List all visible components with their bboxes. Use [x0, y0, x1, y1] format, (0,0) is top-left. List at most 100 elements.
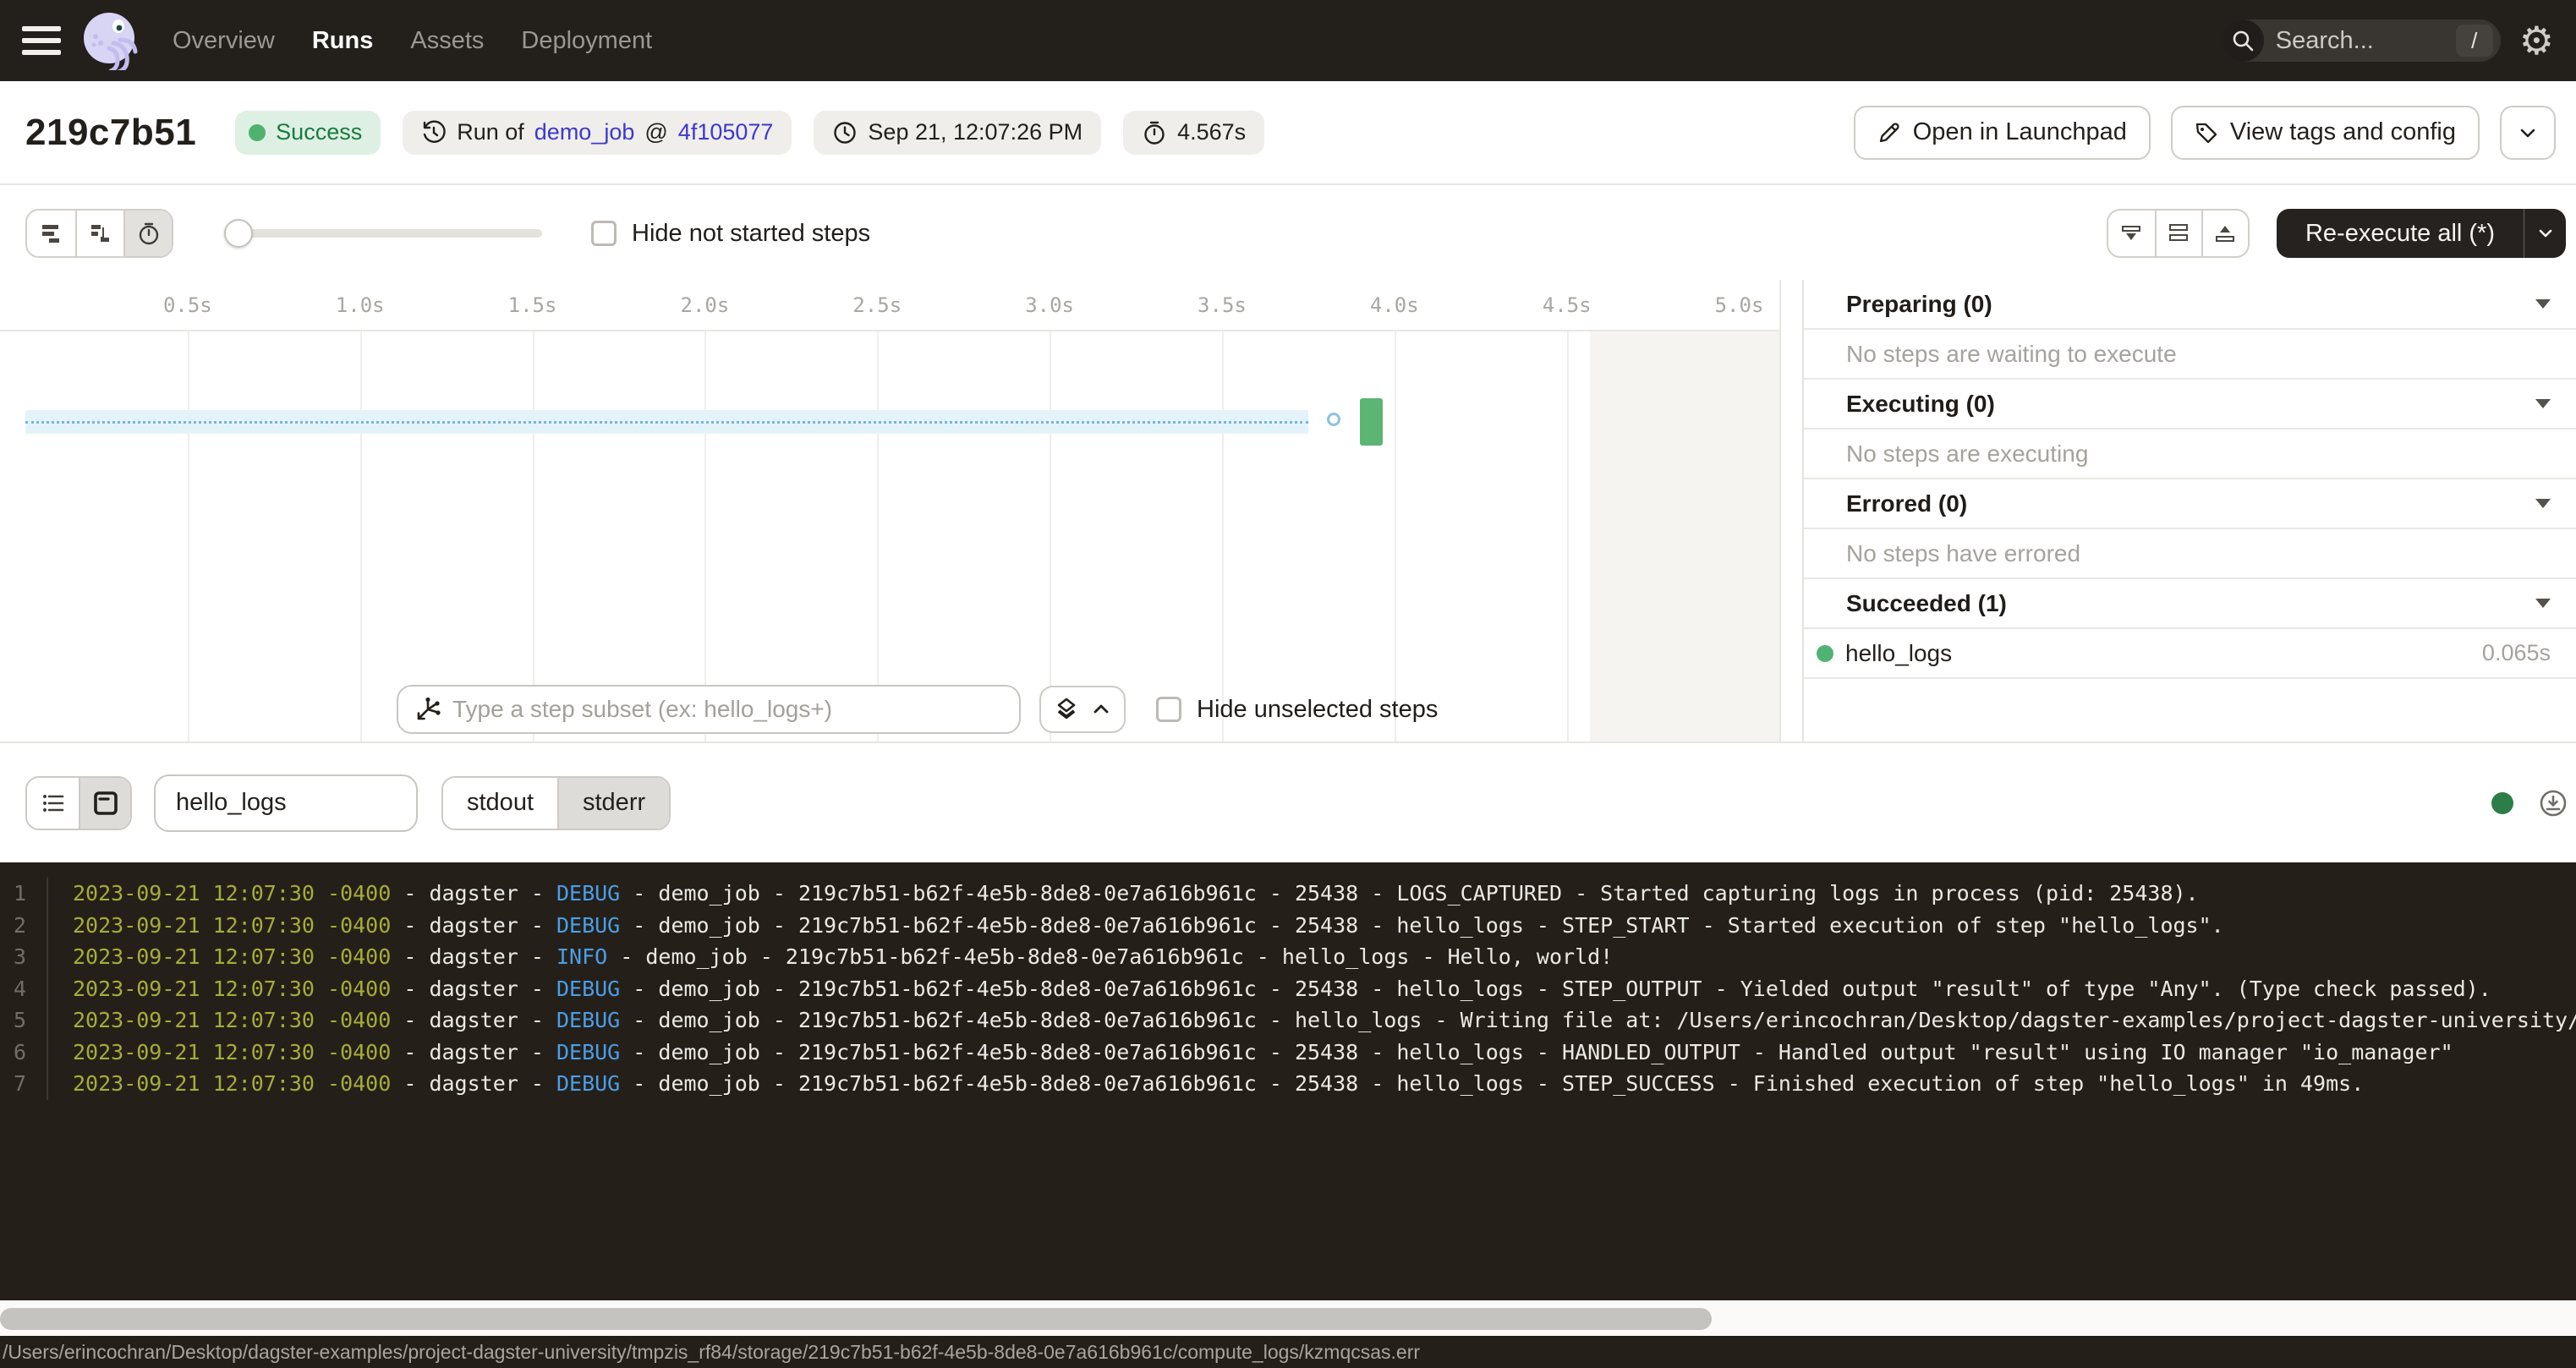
log-segment-lvl: DEBUG: [556, 881, 620, 906]
log-line: 52023-09-21 12:07:30 -0400 - dagster - D…: [0, 1004, 2576, 1037]
expand-rows-icon[interactable]: [2155, 211, 2201, 256]
zoom-slider-track[interactable]: [227, 229, 542, 238]
log-line-content: 2023-09-21 12:07:30 -0400 - dagster - DE…: [48, 910, 2224, 942]
nav-item-deployment[interactable]: Deployment: [521, 27, 652, 55]
log-step-filter-input[interactable]: [154, 774, 418, 832]
log-segment-lvl: INFO: [556, 944, 607, 969]
dagster-run-page: OverviewRunsAssetsDeployment / ⚙ 219c7b5…: [0, 0, 2576, 1368]
row-collapse-group: [2107, 209, 2250, 258]
panel-section-errored[interactable]: Errored (0): [1804, 479, 2576, 529]
panel-step-row[interactable]: hello_logs0.065s: [1804, 629, 2576, 679]
log-line-number: 2: [0, 910, 48, 942]
gantt-toolbar: Hide not started steps Re-execute all (*…: [0, 187, 2576, 280]
log-segment-ts: 2023-09-21 12:07:30 -0400: [73, 913, 391, 938]
search-icon: [2222, 19, 2264, 62]
log-segment-t: - dagster -: [391, 913, 556, 938]
collapse-triangle-icon: [2535, 299, 2551, 309]
nav-item-overview[interactable]: Overview: [173, 27, 275, 55]
panel-empty-text: No steps are executing: [1804, 430, 2576, 479]
reexecute-all-button[interactable]: Re-execute all (*): [2277, 209, 2566, 258]
log-line-number: 1: [0, 878, 48, 910]
history-icon: [421, 120, 447, 145]
nav-item-runs[interactable]: Runs: [312, 27, 374, 55]
log-horizontal-scrollbar: [0, 1300, 2576, 1336]
download-log-icon[interactable]: [2539, 789, 2568, 818]
gantt-time-axis: 0.5s1.0s1.5s2.0s2.5s3.0s3.5s4.0s4.5s5.0s: [0, 280, 1779, 330]
step-subset-input[interactable]: [452, 696, 1004, 723]
axis-tick-label: 4.5s: [1543, 293, 1592, 317]
scrollbar-thumb[interactable]: [0, 1308, 1712, 1330]
log-line: 12023-09-21 12:07:30 -0400 - dagster - D…: [0, 878, 2576, 910]
step-duration: 0.065s: [2482, 640, 2551, 666]
clock-icon: [832, 120, 858, 145]
waterfall-view-icon[interactable]: [75, 211, 123, 256]
axis-tick-label: 2.0s: [680, 293, 729, 317]
panel-section-executing[interactable]: Executing (0): [1804, 380, 2576, 430]
panel-section-succeeded[interactable]: Succeeded (1): [1804, 579, 2576, 629]
pencil-icon: [1877, 121, 1901, 145]
zoom-slider[interactable]: [224, 219, 542, 248]
collapse-rows-icon[interactable]: [2108, 211, 2155, 256]
op-selector-icon: [414, 695, 442, 724]
expand-up-icon[interactable]: [2201, 211, 2248, 256]
gridline: [533, 331, 534, 741]
raw-log-view-icon[interactable]: [79, 778, 130, 829]
hide-unselected-checkbox[interactable]: [1156, 697, 1181, 722]
log-segment-ts: 2023-09-21 12:07:30 -0400: [73, 1040, 391, 1064]
search-shortcut-badge: /: [2456, 25, 2493, 57]
log-segment-t: - dagster -: [391, 1071, 556, 1096]
axis-tick-label: 1.5s: [508, 293, 557, 317]
log-segment-t: - demo_job - 219c7b51-b62f-4e5b-8de8-0e7…: [620, 1008, 2576, 1032]
log-line-content: 2023-09-21 12:07:30 -0400 - dagster - DE…: [48, 1068, 2364, 1100]
gantt-plot-area: [0, 330, 1779, 741]
hide-not-started-checkbox[interactable]: [591, 221, 617, 246]
gridline: [1222, 331, 1224, 741]
log-segment-ts: 2023-09-21 12:07:30 -0400: [73, 1008, 391, 1032]
global-search[interactable]: /: [2222, 19, 2501, 62]
timestamp-pill: Sep 21, 12:07:26 PM: [814, 111, 1101, 155]
status-badge: Success: [235, 111, 381, 155]
timed-view-icon[interactable]: [123, 211, 172, 256]
open-in-launchpad-button[interactable]: Open in Launchpad: [1854, 106, 2151, 160]
tab-stderr[interactable]: stderr: [557, 778, 669, 829]
axis-tick-label: 3.5s: [1198, 293, 1247, 317]
gridline: [704, 331, 706, 741]
layers-icon: [1054, 697, 1079, 722]
job-link[interactable]: demo_job: [534, 119, 635, 145]
top-navbar: Overview Runs Assets Deployment / ⚙: [0, 0, 2576, 81]
run-steps-panel: Preparing (0)No steps are waiting to exe…: [1802, 280, 2576, 741]
log-segment-ts: 2023-09-21 12:07:30 -0400: [73, 1071, 391, 1096]
structured-log-view-icon[interactable]: [27, 778, 79, 829]
panel-section-preparing[interactable]: Preparing (0): [1804, 280, 2576, 330]
log-segment-t: - demo_job - 219c7b51-b62f-4e5b-8de8-0e7…: [620, 1040, 2453, 1064]
flat-view-icon[interactable]: [27, 211, 75, 256]
settings-gear-icon[interactable]: ⚙: [2519, 21, 2554, 60]
log-segment-t: - demo_job - 219c7b51-b62f-4e5b-8de8-0e7…: [620, 913, 2223, 938]
graph-query-toggle-button[interactable]: [1039, 686, 1126, 733]
dagster-logo-icon[interactable]: [81, 11, 140, 70]
log-segment-ts: 2023-09-21 12:07:30 -0400: [73, 881, 391, 906]
log-line-content: 2023-09-21 12:07:30 -0400 - dagster - DE…: [48, 973, 2491, 1005]
hide-not-started-label: Hide not started steps: [632, 220, 870, 248]
step-subset-inputbox[interactable]: [397, 685, 1021, 734]
search-input[interactable]: [2264, 27, 2456, 55]
log-segment-lvl: DEBUG: [556, 1071, 620, 1096]
tab-stdout[interactable]: stdout: [443, 778, 557, 829]
step-bar-hello_logs[interactable]: [1360, 398, 1383, 446]
axis-tick-label: 1.0s: [336, 293, 385, 317]
run-actions-menu-button[interactable]: [2500, 106, 2556, 160]
panel-section-title: Succeeded (1): [1846, 590, 2007, 617]
log-line-number: 4: [0, 973, 48, 1005]
collapse-triangle-icon: [2535, 499, 2551, 508]
zoom-slider-knob[interactable]: [224, 219, 253, 248]
commit-link[interactable]: 4f105077: [678, 119, 774, 145]
log-view-mode-group: [25, 776, 132, 830]
log-stream-tabs: stdoutstderr: [441, 776, 671, 830]
nav-item-assets[interactable]: Assets: [410, 27, 484, 55]
step-waiting-bar[interactable]: [25, 410, 1308, 434]
log-connected-dot-icon: [2491, 792, 2513, 814]
menu-icon[interactable]: [22, 26, 61, 55]
after-run-end-region: [1590, 331, 1779, 741]
reexecute-menu-caret[interactable]: [2524, 209, 2566, 258]
view-tags-config-button[interactable]: View tags and config: [2171, 106, 2480, 160]
